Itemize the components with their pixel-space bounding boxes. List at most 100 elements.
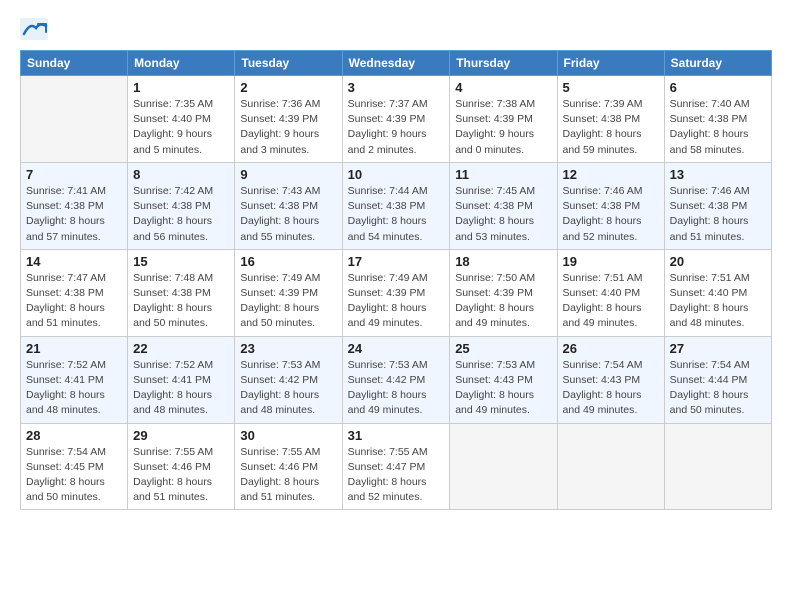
weekday-header: Sunday	[21, 51, 128, 76]
calendar-day-cell: 3 Sunrise: 7:37 AMSunset: 4:39 PMDaylight…	[342, 76, 450, 163]
day-detail: Sunrise: 7:55 AMSunset: 4:46 PMDaylight:…	[240, 445, 336, 506]
day-detail: Sunrise: 7:51 AMSunset: 4:40 PMDaylight:…	[670, 271, 766, 332]
day-number: 27	[670, 341, 766, 356]
calendar-day-cell: 16 Sunrise: 7:49 AMSunset: 4:39 PMDayligh…	[235, 249, 342, 336]
calendar-day-cell: 17 Sunrise: 7:49 AMSunset: 4:39 PMDayligh…	[342, 249, 450, 336]
weekday-header: Wednesday	[342, 51, 450, 76]
day-number: 8	[133, 167, 229, 182]
day-number: 13	[670, 167, 766, 182]
weekday-row: SundayMondayTuesdayWednesdayThursdayFrid…	[21, 51, 772, 76]
day-detail: Sunrise: 7:49 AMSunset: 4:39 PMDaylight:…	[240, 271, 336, 332]
day-detail: Sunrise: 7:39 AMSunset: 4:38 PMDaylight:…	[563, 97, 659, 158]
calendar: SundayMondayTuesdayWednesdayThursdayFrid…	[20, 50, 772, 510]
day-detail: Sunrise: 7:47 AMSunset: 4:38 PMDaylight:…	[26, 271, 122, 332]
logo-icon	[20, 18, 48, 40]
day-detail: Sunrise: 7:54 AMSunset: 4:43 PMDaylight:…	[563, 358, 659, 419]
calendar-week-row: 21 Sunrise: 7:52 AMSunset: 4:41 PMDayligh…	[21, 336, 772, 423]
day-detail: Sunrise: 7:48 AMSunset: 4:38 PMDaylight:…	[133, 271, 229, 332]
day-number: 9	[240, 167, 336, 182]
day-detail: Sunrise: 7:41 AMSunset: 4:38 PMDaylight:…	[26, 184, 122, 245]
day-number: 29	[133, 428, 229, 443]
calendar-day-cell	[557, 423, 664, 510]
calendar-week-row: 1 Sunrise: 7:35 AMSunset: 4:40 PMDaylight…	[21, 76, 772, 163]
calendar-day-cell: 31 Sunrise: 7:55 AMSunset: 4:47 PMDayligh…	[342, 423, 450, 510]
calendar-day-cell: 22 Sunrise: 7:52 AMSunset: 4:41 PMDayligh…	[128, 336, 235, 423]
weekday-header: Thursday	[450, 51, 557, 76]
weekday-header: Saturday	[664, 51, 771, 76]
calendar-day-cell: 24Sunrise: 7:53 AMSunset: 4:42 PMDayligh…	[342, 336, 450, 423]
logo	[20, 18, 52, 40]
calendar-week-row: 28Sunrise: 7:54 AMSunset: 4:45 PMDayligh…	[21, 423, 772, 510]
day-detail: Sunrise: 7:55 AMSunset: 4:47 PMDaylight:…	[348, 445, 445, 506]
day-detail: Sunrise: 7:42 AMSunset: 4:38 PMDaylight:…	[133, 184, 229, 245]
day-number: 26	[563, 341, 659, 356]
calendar-day-cell	[450, 423, 557, 510]
day-detail: Sunrise: 7:55 AMSunset: 4:46 PMDaylight:…	[133, 445, 229, 506]
day-number: 12	[563, 167, 659, 182]
calendar-day-cell: 14 Sunrise: 7:47 AMSunset: 4:38 PMDayligh…	[21, 249, 128, 336]
calendar-day-cell: 19Sunrise: 7:51 AMSunset: 4:40 PMDayligh…	[557, 249, 664, 336]
day-number: 23	[240, 341, 336, 356]
day-detail: Sunrise: 7:37 AMSunset: 4:39 PMDaylight:…	[348, 97, 445, 158]
page: SundayMondayTuesdayWednesdayThursdayFrid…	[0, 0, 792, 528]
calendar-day-cell: 12 Sunrise: 7:46 AMSunset: 4:38 PMDayligh…	[557, 162, 664, 249]
day-detail: Sunrise: 7:51 AMSunset: 4:40 PMDaylight:…	[563, 271, 659, 332]
calendar-day-cell: 6 Sunrise: 7:40 AMSunset: 4:38 PMDaylight…	[664, 76, 771, 163]
calendar-day-cell: 13 Sunrise: 7:46 AMSunset: 4:38 PMDayligh…	[664, 162, 771, 249]
day-detail: Sunrise: 7:53 AMSunset: 4:42 PMDaylight:…	[240, 358, 336, 419]
day-detail: Sunrise: 7:38 AMSunset: 4:39 PMDaylight:…	[455, 97, 551, 158]
day-detail: Sunrise: 7:36 AMSunset: 4:39 PMDaylight:…	[240, 97, 336, 158]
day-detail: Sunrise: 7:44 AMSunset: 4:38 PMDaylight:…	[348, 184, 445, 245]
day-number: 6	[670, 80, 766, 95]
calendar-day-cell	[21, 76, 128, 163]
day-detail: Sunrise: 7:52 AMSunset: 4:41 PMDaylight:…	[133, 358, 229, 419]
day-detail: Sunrise: 7:50 AMSunset: 4:39 PMDaylight:…	[455, 271, 551, 332]
calendar-body: 1 Sunrise: 7:35 AMSunset: 4:40 PMDaylight…	[21, 76, 772, 510]
day-number: 14	[26, 254, 122, 269]
day-detail: Sunrise: 7:40 AMSunset: 4:38 PMDaylight:…	[670, 97, 766, 158]
calendar-day-cell: 29 Sunrise: 7:55 AMSunset: 4:46 PMDayligh…	[128, 423, 235, 510]
calendar-day-cell: 8 Sunrise: 7:42 AMSunset: 4:38 PMDaylight…	[128, 162, 235, 249]
day-number: 1	[133, 80, 229, 95]
day-number: 22	[133, 341, 229, 356]
calendar-day-cell: 20Sunrise: 7:51 AMSunset: 4:40 PMDayligh…	[664, 249, 771, 336]
calendar-day-cell: 4Sunrise: 7:38 AMSunset: 4:39 PMDaylight…	[450, 76, 557, 163]
calendar-day-cell: 7 Sunrise: 7:41 AMSunset: 4:38 PMDaylight…	[21, 162, 128, 249]
weekday-header: Monday	[128, 51, 235, 76]
calendar-day-cell: 1 Sunrise: 7:35 AMSunset: 4:40 PMDaylight…	[128, 76, 235, 163]
day-number: 7	[26, 167, 122, 182]
day-number: 16	[240, 254, 336, 269]
day-detail: Sunrise: 7:35 AMSunset: 4:40 PMDaylight:…	[133, 97, 229, 158]
calendar-day-cell: 30 Sunrise: 7:55 AMSunset: 4:46 PMDayligh…	[235, 423, 342, 510]
calendar-day-cell: 18 Sunrise: 7:50 AMSunset: 4:39 PMDayligh…	[450, 249, 557, 336]
calendar-day-cell: 5Sunrise: 7:39 AMSunset: 4:38 PMDaylight…	[557, 76, 664, 163]
calendar-day-cell: 26 Sunrise: 7:54 AMSunset: 4:43 PMDayligh…	[557, 336, 664, 423]
day-number: 30	[240, 428, 336, 443]
calendar-day-cell: 21 Sunrise: 7:52 AMSunset: 4:41 PMDayligh…	[21, 336, 128, 423]
day-number: 21	[26, 341, 122, 356]
day-detail: Sunrise: 7:43 AMSunset: 4:38 PMDaylight:…	[240, 184, 336, 245]
calendar-day-cell: 15Sunrise: 7:48 AMSunset: 4:38 PMDayligh…	[128, 249, 235, 336]
calendar-day-cell: 9 Sunrise: 7:43 AMSunset: 4:38 PMDaylight…	[235, 162, 342, 249]
calendar-week-row: 14 Sunrise: 7:47 AMSunset: 4:38 PMDayligh…	[21, 249, 772, 336]
day-detail: Sunrise: 7:52 AMSunset: 4:41 PMDaylight:…	[26, 358, 122, 419]
day-number: 11	[455, 167, 551, 182]
weekday-header: Tuesday	[235, 51, 342, 76]
day-number: 31	[348, 428, 445, 443]
calendar-day-cell: 11 Sunrise: 7:45 AMSunset: 4:38 PMDayligh…	[450, 162, 557, 249]
day-number: 17	[348, 254, 445, 269]
calendar-day-cell: 25Sunrise: 7:53 AMSunset: 4:43 PMDayligh…	[450, 336, 557, 423]
day-number: 25	[455, 341, 551, 356]
day-detail: Sunrise: 7:49 AMSunset: 4:39 PMDaylight:…	[348, 271, 445, 332]
calendar-day-cell: 2 Sunrise: 7:36 AMSunset: 4:39 PMDaylight…	[235, 76, 342, 163]
header	[20, 18, 772, 40]
day-number: 10	[348, 167, 445, 182]
day-detail: Sunrise: 7:45 AMSunset: 4:38 PMDaylight:…	[455, 184, 551, 245]
day-number: 28	[26, 428, 122, 443]
calendar-day-cell	[664, 423, 771, 510]
day-detail: Sunrise: 7:46 AMSunset: 4:38 PMDaylight:…	[563, 184, 659, 245]
day-number: 2	[240, 80, 336, 95]
day-detail: Sunrise: 7:46 AMSunset: 4:38 PMDaylight:…	[670, 184, 766, 245]
day-number: 3	[348, 80, 445, 95]
day-number: 18	[455, 254, 551, 269]
